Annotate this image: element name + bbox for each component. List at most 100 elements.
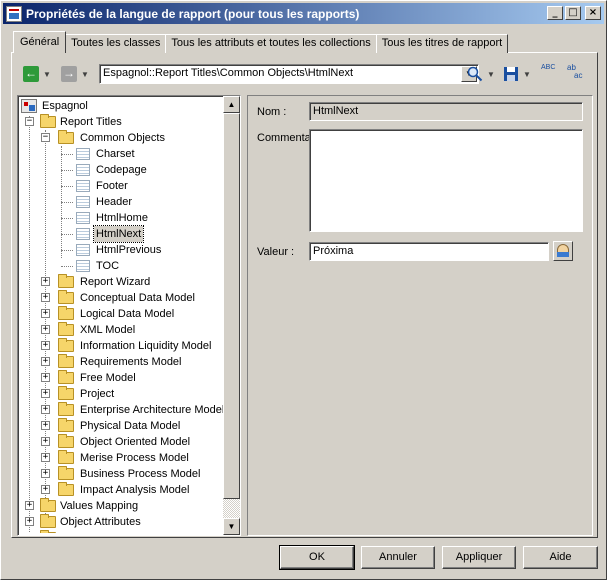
- expand-icon[interactable]: +: [41, 293, 50, 302]
- report-title-item-icon: [76, 196, 90, 208]
- ok-button[interactable]: OK: [279, 545, 355, 570]
- expand-icon[interactable]: +: [41, 325, 50, 334]
- maximize-button[interactable]: □: [565, 6, 581, 20]
- nom-label: Nom :: [257, 106, 287, 118]
- window-controls: _ □ ×: [547, 6, 601, 20]
- expand-icon[interactable]: +: [41, 309, 50, 318]
- tab-all-report-titles[interactable]: Tous les titres de rapport: [375, 34, 509, 53]
- expand-icon[interactable]: +: [25, 501, 34, 510]
- user-picker-button[interactable]: [553, 241, 573, 261]
- folder-icon: [58, 434, 74, 448]
- tree-node-label: Requirements Model: [80, 356, 182, 368]
- tree-guide: [61, 234, 73, 235]
- tree-guide: [61, 202, 73, 203]
- tree-guide: [61, 170, 73, 171]
- title-bar[interactable]: Propriétés de la langue de rapport (pour…: [3, 3, 604, 24]
- tree-node-label: HtmlNext: [92, 225, 145, 243]
- valeur-label: Valeur :: [257, 246, 295, 258]
- report-title-item-icon: [76, 180, 90, 192]
- tree-node-label: XML Model: [80, 324, 136, 336]
- appliquer-button[interactable]: Appliquer: [442, 546, 516, 569]
- expand-icon[interactable]: +: [41, 437, 50, 446]
- folder-icon: [58, 354, 74, 368]
- expand-icon[interactable]: +: [41, 389, 50, 398]
- report-title-item-icon: [76, 260, 90, 272]
- tree-node-label: Values Mapping: [60, 500, 139, 512]
- floppy-disk-icon[interactable]: [503, 66, 519, 82]
- replace-icon[interactable]: ab ac: [567, 64, 587, 82]
- tree-guide: [61, 250, 73, 251]
- search-dropdown-arrow[interactable]: ▼: [487, 66, 495, 84]
- report-title-item-icon: [76, 148, 90, 160]
- tab-general[interactable]: Général: [13, 31, 67, 53]
- tree-node-label: Profile: [58, 530, 93, 533]
- expand-icon[interactable]: +: [41, 485, 50, 494]
- spell-check-icon[interactable]: ABC: [541, 64, 559, 82]
- tree-vertical-scrollbar[interactable]: ▲ ▼: [223, 96, 240, 535]
- folder-icon: [58, 306, 74, 320]
- tree-guide: [61, 154, 73, 155]
- user-icon: [557, 244, 569, 257]
- replace-label-bottom: ac: [574, 71, 583, 80]
- nom-field: HtmlNext: [309, 102, 583, 121]
- annuler-button[interactable]: Annuler: [361, 546, 435, 569]
- expand-icon[interactable]: +: [41, 277, 50, 286]
- expand-icon[interactable]: +: [41, 405, 50, 414]
- expand-icon[interactable]: +: [25, 517, 34, 526]
- expand-icon[interactable]: +: [41, 469, 50, 478]
- tab-all-attributes-collections[interactable]: Tous les attributs et toutes les collect…: [165, 34, 377, 53]
- dialog-window: Propriétés de la langue de rapport (pour…: [0, 0, 607, 580]
- back-dropdown-arrow[interactable]: ▼: [43, 66, 51, 84]
- tree-node-label: Report Wizard: [80, 276, 151, 288]
- expand-icon[interactable]: +: [41, 341, 50, 350]
- tree-node-label: Business Process Model: [80, 468, 201, 480]
- folder-icon: [58, 290, 74, 304]
- path-combobox[interactable]: Espagnol::Report Titles\Common Objects\H…: [99, 64, 479, 84]
- report-title-item-icon: [76, 244, 90, 256]
- folder-icon: [58, 370, 74, 384]
- minimize-button[interactable]: _: [547, 6, 563, 20]
- tree-node-label: Report Titles: [60, 116, 122, 128]
- report-title-item-icon: [76, 164, 90, 176]
- arrow-left-icon[interactable]: ←: [23, 66, 39, 82]
- arrow-right-icon[interactable]: →: [61, 66, 77, 82]
- collapse-icon[interactable]: −: [25, 117, 34, 126]
- tree-guide: [61, 266, 73, 267]
- expand-icon[interactable]: +: [41, 453, 50, 462]
- tree-node-label: Enterprise Architecture Model: [80, 404, 225, 416]
- folder-icon: [40, 498, 56, 512]
- save-dropdown-arrow[interactable]: ▼: [523, 66, 531, 84]
- commentaire-textarea[interactable]: [309, 129, 583, 232]
- tree-node-label: Charset: [96, 148, 135, 160]
- magnifier-icon[interactable]: [467, 66, 483, 82]
- expand-icon[interactable]: +: [41, 357, 50, 366]
- expand-icon[interactable]: +: [41, 421, 50, 430]
- folder-icon: [58, 418, 74, 432]
- folder-icon: [58, 322, 74, 336]
- tree-node-label: HtmlHome: [96, 212, 148, 224]
- folder-open-icon: [58, 130, 74, 144]
- folder-icon: [58, 466, 74, 480]
- tree-node-label: Impact Analysis Model: [80, 484, 190, 496]
- report-title-item-icon: [76, 228, 90, 240]
- report-title-item-icon: [76, 212, 90, 224]
- expand-icon[interactable]: +: [41, 373, 50, 382]
- scroll-thumb[interactable]: [223, 113, 240, 499]
- tree-node-label: Physical Data Model: [80, 420, 181, 432]
- report-tree[interactable]: Espagnol − Report Titles − Common Object…: [17, 95, 241, 536]
- report-language-icon: [21, 99, 37, 113]
- close-button[interactable]: ×: [585, 6, 601, 20]
- forward-dropdown-arrow[interactable]: ▼: [81, 66, 89, 84]
- window-title: Propriétés de la langue de rapport (pour…: [26, 6, 360, 21]
- tree-node-label: Footer: [96, 180, 128, 192]
- collapse-icon[interactable]: −: [41, 133, 50, 142]
- valeur-input[interactable]: Próxima: [309, 242, 549, 261]
- folder-icon: [40, 530, 56, 533]
- aide-button[interactable]: Aide: [523, 546, 598, 569]
- folder-icon: [58, 450, 74, 464]
- tab-all-classes[interactable]: Toutes les classes: [65, 34, 167, 53]
- scroll-up-arrow-icon[interactable]: ▲: [223, 96, 240, 113]
- tree-guide: [29, 116, 30, 533]
- tree-node-label: Project: [80, 388, 115, 400]
- scroll-down-arrow-icon[interactable]: ▼: [223, 518, 240, 535]
